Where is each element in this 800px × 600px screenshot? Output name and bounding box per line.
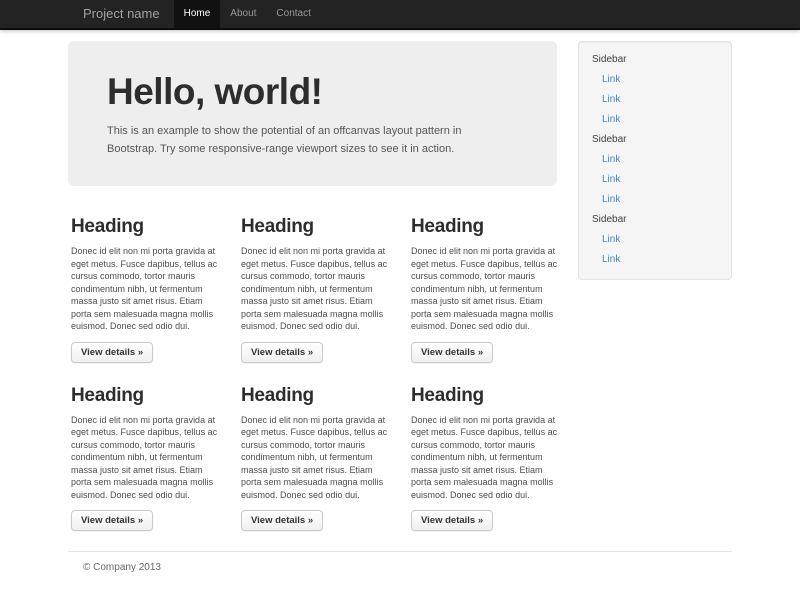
sidebar-link[interactable]: Link: [579, 230, 731, 250]
sidebar-link-item: Link: [579, 90, 731, 110]
sidebar-link-item: Link: [579, 150, 731, 170]
sidebar-link[interactable]: Link: [579, 90, 731, 110]
jumbotron: Hello, world! This is an example to show…: [68, 41, 557, 186]
jumbotron-description: This is an example to show the potential…: [107, 123, 491, 158]
view-details-button[interactable]: View details »: [411, 342, 493, 363]
view-details-button[interactable]: View details »: [71, 510, 153, 531]
sidebar-group-header: Sidebar: [579, 50, 731, 70]
feature-card: Heading Donec id elit non mi porta gravi…: [71, 375, 223, 532]
sidebar-link-item: Link: [579, 170, 731, 190]
main-content: Hello, world! This is an example to show…: [68, 41, 557, 543]
navbar-inner: Project name Home About Contact: [68, 0, 732, 28]
sidebar-link-item: Link: [579, 70, 731, 90]
card-body-text: Donec id elit non mi porta gravida at eg…: [241, 245, 393, 333]
view-details-button[interactable]: View details »: [71, 342, 153, 363]
card-heading: Heading: [71, 385, 223, 407]
sidebar: Sidebar Link Link Link Sidebar Link Link…: [578, 41, 732, 280]
view-details-button[interactable]: View details »: [241, 342, 323, 363]
navbar-menu: Home About Contact: [174, 0, 321, 28]
feature-card: Heading Donec id elit non mi porta gravi…: [411, 375, 563, 532]
card-heading: Heading: [241, 216, 393, 238]
card-body-text: Donec id elit non mi porta gravida at eg…: [411, 245, 563, 333]
card-body-text: Donec id elit non mi porta gravida at eg…: [411, 414, 563, 502]
sidebar-group-header: Sidebar: [579, 130, 731, 150]
sidebar-nav-list: Sidebar Link Link Link Sidebar Link Link…: [579, 50, 731, 270]
sidebar-link-item: Link: [579, 250, 731, 270]
card-body-text: Donec id elit non mi porta gravida at eg…: [71, 245, 223, 333]
sidebar-link-item: Link: [579, 190, 731, 210]
sidebar-group-header: Sidebar: [579, 210, 731, 230]
page-container: Hello, world! This is an example to show…: [68, 41, 732, 573]
sidebar-link[interactable]: Link: [579, 190, 731, 210]
sidebar-link[interactable]: Link: [579, 170, 731, 190]
card-heading: Heading: [241, 385, 393, 407]
cards-row-2: Heading Donec id elit non mi porta gravi…: [68, 375, 557, 532]
feature-card: Heading Donec id elit non mi porta gravi…: [71, 206, 223, 363]
sidebar-link-item: Link: [579, 110, 731, 130]
content-row: Hello, world! This is an example to show…: [68, 41, 732, 543]
card-body-text: Donec id elit non mi porta gravida at eg…: [241, 414, 393, 502]
feature-card: Heading Donec id elit non mi porta gravi…: [241, 206, 393, 363]
sidebar-link[interactable]: Link: [579, 150, 731, 170]
sidebar-link[interactable]: Link: [579, 110, 731, 130]
card-heading: Heading: [411, 216, 563, 238]
footer: © Company 2013: [68, 562, 732, 573]
card-body-text: Donec id elit non mi porta gravida at eg…: [71, 414, 223, 502]
card-heading: Heading: [71, 216, 223, 238]
sidebar-link-item: Link: [579, 230, 731, 250]
page-title: Hello, world!: [107, 71, 517, 113]
card-heading: Heading: [411, 385, 563, 407]
nav-item-contact[interactable]: Contact: [266, 0, 320, 28]
view-details-button[interactable]: View details »: [241, 510, 323, 531]
footer-divider: [68, 551, 732, 552]
cards-row-1: Heading Donec id elit non mi porta gravi…: [68, 206, 557, 363]
nav-item-home[interactable]: Home: [174, 0, 221, 28]
navbar: Project name Home About Contact: [0, 0, 800, 30]
view-details-button[interactable]: View details »: [411, 510, 493, 531]
feature-card: Heading Donec id elit non mi porta gravi…: [411, 206, 563, 363]
copyright-text: © Company 2013: [83, 562, 732, 573]
sidebar-link[interactable]: Link: [579, 250, 731, 270]
nav-item-about[interactable]: About: [220, 0, 266, 28]
sidebar-link[interactable]: Link: [579, 70, 731, 90]
navbar-brand[interactable]: Project name: [68, 0, 174, 28]
feature-card: Heading Donec id elit non mi porta gravi…: [241, 375, 393, 532]
